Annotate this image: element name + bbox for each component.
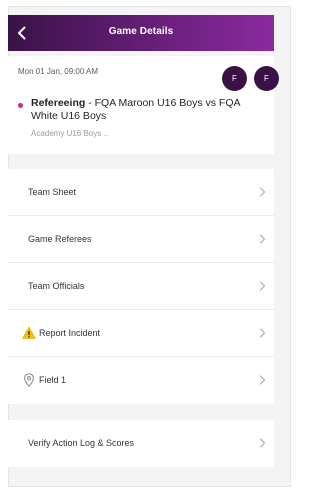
- chevron-right-icon: [256, 232, 268, 246]
- game-title: Refereeing - FQA Maroon U16 Boys vs FQA …: [31, 97, 267, 123]
- chevron-right-icon: [256, 373, 268, 387]
- status-dot: [18, 103, 23, 108]
- chevron-right-icon: [256, 436, 268, 450]
- menu-item-report-incident[interactable]: Report Incident: [8, 310, 274, 357]
- menu-item-game-referees[interactable]: Game Referees: [8, 216, 274, 263]
- title-separator: -: [85, 97, 95, 109]
- warning-icon: [22, 326, 36, 339]
- competition-label: Academy U16 Boys ..: [31, 129, 108, 138]
- game-menu: Team Sheet Game Referees Team Officials …: [8, 169, 274, 404]
- chevron-right-icon: [256, 279, 268, 293]
- menu-item-verify[interactable]: Verify Action Log & Scores: [8, 420, 274, 467]
- verify-menu: Verify Action Log & Scores: [8, 420, 274, 467]
- menu-item-label: Team Sheet: [28, 187, 77, 197]
- menu-item-field[interactable]: Field 1: [8, 357, 274, 404]
- chevron-right-icon: [256, 185, 268, 199]
- menu-item-label: Field 1: [39, 375, 67, 385]
- menu-item-label: Game Referees: [28, 234, 92, 244]
- menu-item-team-officials[interactable]: Team Officials: [8, 263, 274, 310]
- location-pin-icon: [24, 373, 34, 388]
- menu-item-label: Team Officials: [28, 281, 85, 291]
- app-header: Game Details: [8, 15, 274, 51]
- page-title: Game Details: [108, 26, 174, 37]
- game-summary-card: Mon 01 Jan, 09:00 AM F F Refereeing - FQ…: [8, 56, 279, 154]
- chevron-right-icon: [256, 326, 268, 340]
- avatar[interactable]: F: [222, 66, 247, 91]
- game-type: Refereeing: [31, 97, 86, 109]
- menu-item-label: Report Incident: [39, 328, 101, 338]
- menu-item-team-sheet[interactable]: Team Sheet: [8, 169, 274, 216]
- avatar[interactable]: F: [254, 66, 279, 91]
- game-datetime: Mon 01 Jan, 09:00 AM: [18, 67, 99, 76]
- menu-item-label: Verify Action Log & Scores: [28, 438, 135, 448]
